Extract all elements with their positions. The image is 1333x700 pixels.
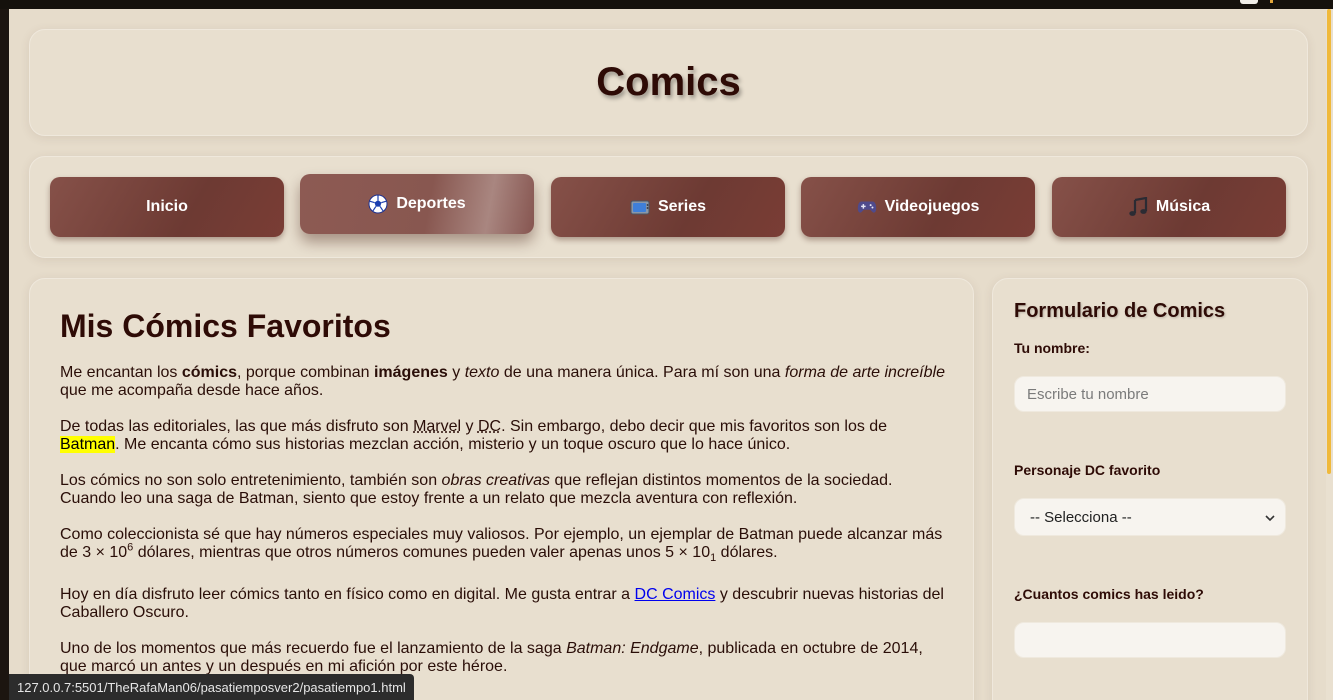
page-scrollbar[interactable] [1326, 9, 1333, 700]
main-content: Mis Cómics Favoritos Me encantan los cóm… [29, 278, 974, 700]
nav-musica-button[interactable]: Música [1052, 177, 1286, 237]
article-body: Me encantan los cómics, porque combinan … [60, 364, 950, 694]
character-select-value: -- Selecciona -- [1030, 508, 1132, 526]
page-header: Comics [29, 29, 1308, 136]
paragraph-5: Hoy en día disfruto leer cómics tanto en… [60, 586, 950, 622]
text: Los cómics no son solo entretenimiento, … [60, 472, 442, 489]
page: Comics Inicio Deportes Series Videojuego… [9, 9, 1326, 700]
italic-text: forma de arte increíble [784, 364, 945, 381]
bold-text: imágenes [373, 364, 448, 381]
character-label: Personaje DC favorito [1014, 462, 1161, 478]
text: . Me encanta cómo sus historias mezclan … [115, 436, 791, 453]
nav-label: Música [1155, 198, 1211, 215]
text: Uno de los momentos que más recuerdo fue… [60, 640, 567, 657]
count-label: ¿Cuantos comics has leido? [1014, 586, 1204, 602]
text: , porque combinan [237, 364, 374, 381]
italic-text: texto [464, 364, 500, 381]
browser-tab-icon [1240, 0, 1258, 4]
name-label: Tu nombre: [1014, 340, 1090, 356]
paragraph-4: Como coleccionista sé que hay números es… [60, 526, 950, 564]
gamepad-icon [857, 197, 877, 217]
text: . Sin embargo, debo decir que mis favori… [501, 418, 888, 435]
name-field [1014, 376, 1286, 412]
nav-inicio-button[interactable]: Inicio [50, 177, 284, 237]
paragraph-3: Los cómics no son solo entretenimiento, … [60, 472, 950, 508]
paragraph-2: De todas las editoriales, las que más di… [60, 418, 950, 454]
paragraph-1: Me encantan los cómics, porque combinan … [60, 364, 950, 400]
text: que me acompaña desde hace años. [60, 382, 324, 399]
comics-form: Formulario de Comics Tu nombre: Personaj… [992, 278, 1308, 700]
text: dólares. [716, 544, 778, 561]
dc-comics-link[interactable]: DC Comics [635, 586, 716, 603]
highlighted-text: Batman [60, 436, 116, 453]
soccer-ball-icon [368, 194, 388, 214]
main-nav: Inicio Deportes Series Videojuegos Músic… [29, 156, 1308, 258]
nav-label: Deportes [396, 195, 466, 212]
count-input[interactable] [1015, 623, 1285, 657]
character-select[interactable]: -- Selecciona -- [1014, 498, 1286, 536]
browser-top-bar [0, 0, 1333, 9]
italic-text: Batman: Endgame [566, 640, 699, 657]
italic-text: obras creativas [441, 472, 551, 489]
text: y [447, 364, 465, 381]
text: Me encantan los [60, 364, 182, 381]
text: Hoy en día disfruto leer cómics tanto en… [60, 586, 635, 603]
text: De todas las editoriales, las que más di… [60, 418, 414, 435]
abbreviation-dc: DC [477, 418, 502, 435]
bold-text: cómics [181, 364, 237, 381]
nav-deportes-button[interactable]: Deportes [300, 174, 534, 234]
nav-label: Videojuegos [884, 198, 980, 215]
section-title: Mis Cómics Favoritos [60, 308, 391, 344]
chevron-down-icon [1265, 509, 1275, 526]
television-icon [630, 197, 650, 217]
music-note-icon [1128, 197, 1148, 217]
nav-series-button[interactable]: Series [551, 177, 785, 237]
text: y [461, 418, 478, 435]
name-input[interactable] [1015, 377, 1285, 411]
nav-label: Inicio [146, 198, 188, 215]
text: de una manera única. Para mí son una [499, 364, 785, 381]
nav-videojuegos-button[interactable]: Videojuegos [801, 177, 1035, 237]
status-bar-url: 127.0.0.7:5501/TheRafaMan06/pasatiemposv… [9, 674, 414, 700]
text: dólares, mientras que otros números comu… [133, 544, 711, 561]
form-title: Formulario de Comics [1014, 300, 1226, 322]
count-field [1014, 622, 1286, 658]
scrollbar-thumb[interactable] [1327, 9, 1331, 474]
page-title: Comics [596, 60, 741, 104]
paragraph-6: Uno de los momentos que más recuerdo fue… [60, 640, 950, 676]
abbreviation-marvel: Marvel [413, 418, 462, 435]
browser-tab-edge [1270, 0, 1273, 3]
nav-label: Series [657, 198, 707, 215]
